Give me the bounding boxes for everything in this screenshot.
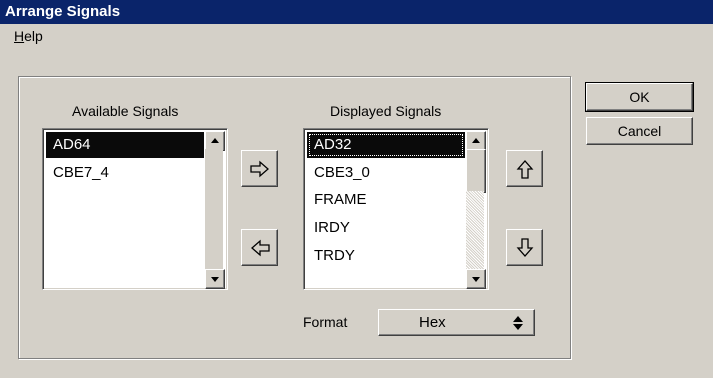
triangle-up-icon xyxy=(472,138,480,143)
move-left-button[interactable] xyxy=(241,229,278,266)
move-up-button[interactable] xyxy=(506,150,543,187)
cancel-button[interactable]: Cancel xyxy=(586,117,693,145)
menu-help[interactable]: Help xyxy=(14,26,43,46)
move-right-button[interactable] xyxy=(241,150,278,187)
format-select[interactable]: Hex xyxy=(378,309,535,336)
ok-button-label: OK xyxy=(629,89,650,105)
format-label: Format xyxy=(303,314,348,330)
scroll-track[interactable] xyxy=(466,191,484,269)
menu-help-label: elp xyxy=(24,28,43,44)
scroll-down-button[interactable] xyxy=(205,269,225,289)
arrow-up-outline-icon xyxy=(516,159,533,179)
displayed-signals-list[interactable]: AD32 CBE3_0 FRAME IRDY TRDY xyxy=(303,128,489,290)
arrow-right-outline-icon xyxy=(249,160,269,177)
arrow-left-outline-icon xyxy=(250,239,270,256)
scroll-thumb[interactable] xyxy=(466,149,486,193)
scroll-down-button[interactable] xyxy=(466,269,486,289)
available-signal-item[interactable]: CBE7_4 xyxy=(46,160,204,186)
up-down-triangles-icon xyxy=(513,316,523,330)
triangle-down-icon xyxy=(211,277,219,282)
displayed-signal-item[interactable]: FRAME xyxy=(307,187,465,213)
menu-bar: Help xyxy=(0,24,713,48)
scroll-up-button[interactable] xyxy=(205,131,225,151)
triangle-up-icon xyxy=(211,138,219,143)
window-title: Arrange Signals xyxy=(5,3,121,20)
displayed-scrollbar[interactable] xyxy=(466,131,486,289)
displayed-signal-item[interactable]: CBE3_0 xyxy=(307,160,465,186)
displayed-signal-item[interactable]: IRDY xyxy=(307,215,465,241)
displayed-signal-item[interactable]: TRDY xyxy=(307,243,465,269)
displayed-signals-caption: Displayed Signals xyxy=(330,103,442,119)
ok-button[interactable]: OK xyxy=(585,82,694,112)
title-bar[interactable]: Arrange Signals xyxy=(0,0,713,24)
format-value: Hex xyxy=(419,314,446,331)
available-signals-list[interactable]: AD64 CBE7_4 xyxy=(42,128,228,290)
available-signals-caption: Available Signals xyxy=(72,103,179,119)
menu-help-mnemonic: H xyxy=(14,28,25,44)
scroll-up-button[interactable] xyxy=(466,131,486,151)
available-signal-item[interactable]: AD64 xyxy=(46,132,204,158)
arrow-down-outline-icon xyxy=(516,237,533,257)
scroll-track[interactable] xyxy=(205,149,223,269)
cancel-button-label: Cancel xyxy=(617,123,662,139)
move-down-button[interactable] xyxy=(506,229,543,266)
available-scrollbar[interactable] xyxy=(205,131,225,289)
displayed-signal-item[interactable]: AD32 xyxy=(307,132,465,158)
triangle-down-icon xyxy=(472,277,480,282)
